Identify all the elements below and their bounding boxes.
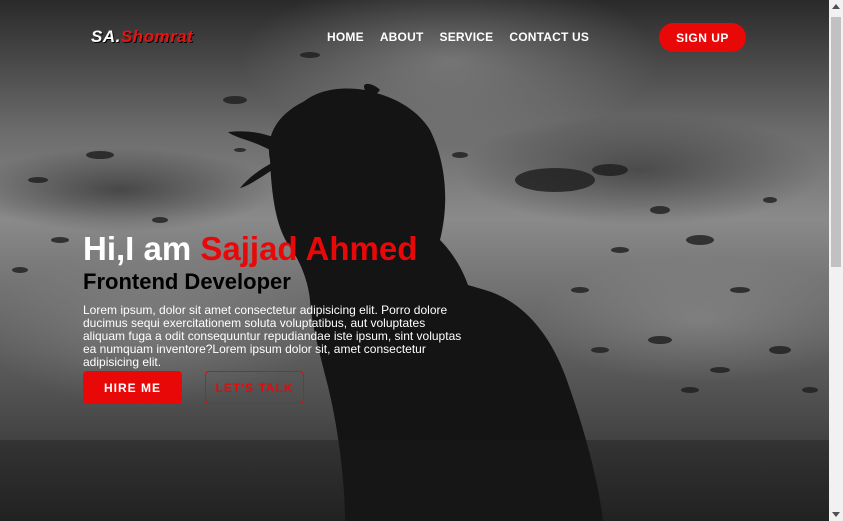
logo-prefix: SA.: [91, 27, 121, 46]
greeting-text: Hi,I am: [83, 230, 201, 267]
lets-talk-button[interactable]: LET'S TALK: [205, 371, 304, 404]
navbar: SA.Shomrat HOME ABOUT SERVICE CONTACT US…: [0, 0, 829, 75]
hero-name: Sajjad Ahmed: [200, 230, 418, 267]
signup-button[interactable]: SIGN UP: [659, 23, 746, 52]
logo[interactable]: SA.Shomrat: [91, 27, 193, 47]
hero-subtitle: Frontend Developer: [83, 269, 291, 294]
scroll-thumb[interactable]: [831, 17, 841, 267]
nav-item-service[interactable]: SERVICE: [439, 30, 493, 44]
hero-section: SA.Shomrat HOME ABOUT SERVICE CONTACT US…: [0, 0, 829, 521]
logo-name: Shomrat: [120, 27, 194, 46]
hire-me-button[interactable]: HIRE ME: [83, 371, 182, 404]
nav-item-home[interactable]: HOME: [327, 30, 364, 44]
hero-content: Hi,I am Sajjad Ahmed Frontend Developer …: [83, 229, 473, 369]
nav-item-about[interactable]: ABOUT: [380, 30, 424, 44]
nav-item-contact[interactable]: CONTACT US: [509, 30, 589, 44]
hero-description: Lorem ipsum, dolor sit amet consectetur …: [83, 303, 462, 369]
hero-headline: Hi,I am Sajjad Ahmed: [83, 229, 473, 269]
nav-menu: HOME ABOUT SERVICE CONTACT US: [327, 30, 589, 44]
vertical-scrollbar[interactable]: [829, 0, 843, 521]
scroll-up-arrow-icon[interactable]: [832, 4, 840, 9]
scroll-down-arrow-icon[interactable]: [832, 512, 840, 517]
